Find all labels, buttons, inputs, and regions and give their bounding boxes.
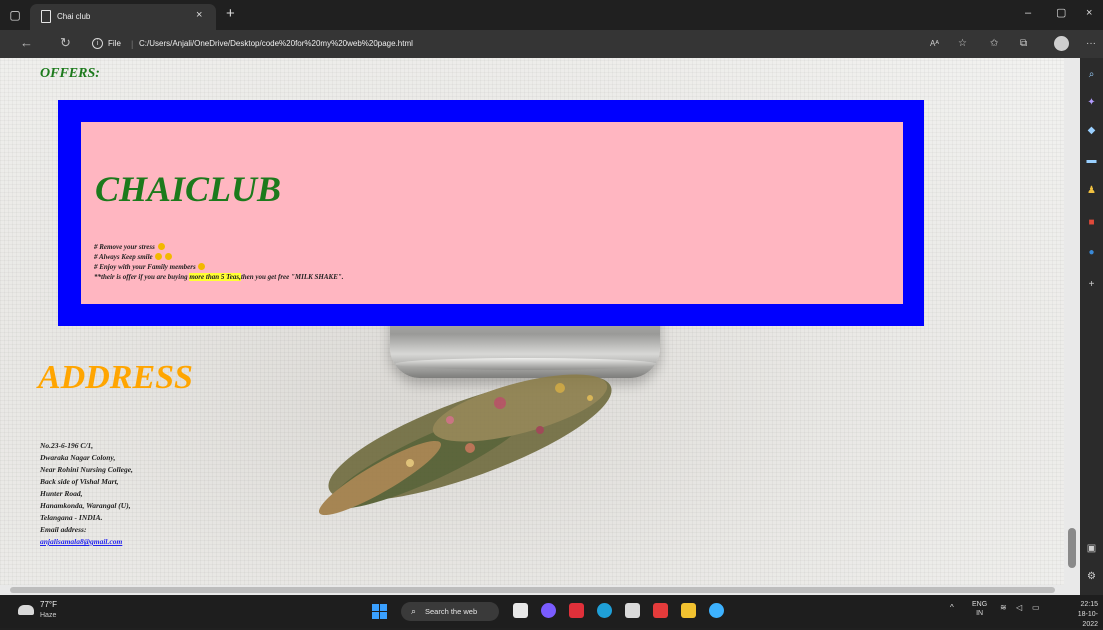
horizontal-scrollbar[interactable] — [0, 585, 1080, 595]
restore-button[interactable]: ▢ — [1056, 7, 1066, 20]
vertical-scrollbar[interactable] — [1064, 58, 1080, 585]
offer-highlight: more than 5 Teas, — [189, 273, 241, 281]
brand-title: CHAICLUB — [95, 169, 282, 209]
address-line: Near Rohini Nursing College, — [40, 465, 133, 474]
windows-taskbar: 77°F Haze ⌕ Search the web ^ ENG IN ≋ ◁ … — [0, 595, 1103, 628]
point-item: # Remove your stress — [94, 242, 344, 252]
smile-emoji-icon — [155, 253, 163, 260]
edge-sidebar: ⌕ ✦ ◆ ▬ ♟ ■ ● + ▣ ⚙ — [1080, 58, 1103, 595]
search-icon: ⌕ — [411, 606, 417, 616]
vertical-scroll-thumb[interactable] — [1068, 528, 1076, 568]
refresh-icon[interactable]: ↻ — [60, 36, 71, 50]
profile-avatar[interactable] — [1054, 36, 1069, 51]
wps-icon[interactable] — [653, 603, 668, 618]
address-line: Hunter Road, — [40, 489, 83, 498]
address-line: No.23-6-196 C/1, — [40, 441, 94, 450]
browser-titlebar: ▢ Chai club × + – ▢ × — [0, 0, 1103, 30]
search-icon[interactable]: ⌕ — [1085, 68, 1098, 81]
wifi-icon[interactable]: ≋ — [1000, 603, 1007, 613]
back-icon[interactable]: ← — [20, 36, 33, 50]
sidebar-toggle-icon[interactable]: ▣ — [1085, 542, 1098, 555]
tools-icon[interactable]: ▬ — [1085, 154, 1098, 167]
point-item: # Always Keep smile — [94, 252, 344, 262]
info-icon[interactable]: i — [92, 38, 103, 49]
smile-emoji-icon — [165, 253, 173, 260]
offer-banner: CHAICLUB # Remove your stress # Always K… — [58, 100, 924, 326]
add-icon[interactable]: + — [1085, 278, 1098, 291]
clock[interactable]: 22:15 18-10-2022 — [1066, 600, 1098, 630]
email-label: Email address: — [40, 525, 87, 534]
window-menu-icon[interactable]: ▢ — [8, 8, 22, 22]
smile-emoji-icon — [157, 243, 165, 250]
weather-temperature[interactable]: 77°F — [40, 600, 57, 610]
favorites-icon[interactable]: ✩ — [990, 37, 998, 50]
task-view-icon[interactable] — [513, 603, 528, 618]
chat-icon[interactable] — [541, 603, 556, 618]
discover-icon[interactable]: ✦ — [1085, 96, 1098, 109]
page-icon — [41, 10, 51, 23]
weather-icon[interactable] — [18, 605, 34, 615]
point-item: # Enjoy with your Family members — [94, 262, 344, 272]
offer-line: **their is offer if you are buying more … — [94, 273, 344, 281]
close-window-button[interactable]: × — [1086, 7, 1092, 20]
address-line: Dwaraka Nagar Colony, — [40, 453, 116, 462]
language-indicator[interactable]: ENG IN — [972, 600, 987, 618]
family-emoji-icon — [198, 263, 206, 270]
minimize-button[interactable]: – — [1025, 7, 1031, 20]
tab-title: Chai club — [57, 12, 91, 21]
tray-overflow-icon[interactable]: ^ — [950, 603, 954, 613]
address-heading: ADDRESS — [38, 359, 193, 396]
offers-heading: OFFERS: — [40, 66, 100, 81]
url-field[interactable]: C:/Users/Anjali/OneDrive/Desktop/code%20… — [139, 38, 413, 50]
search-placeholder: Search the web — [425, 607, 478, 616]
start-button[interactable] — [372, 604, 387, 619]
games-icon[interactable]: ♟ — [1085, 184, 1098, 197]
office-icon[interactable]: ■ — [1085, 216, 1098, 229]
browser-icon[interactable] — [709, 603, 724, 618]
offer-points: # Remove your stress # Always Keep smile… — [94, 242, 344, 282]
separator: | — [131, 39, 134, 49]
edge-icon[interactable] — [597, 603, 612, 618]
new-tab-button[interactable]: + — [226, 6, 235, 21]
address-block: No.23-6-196 C/1, Dwaraka Nagar Colony, N… — [40, 440, 133, 548]
store-icon[interactable] — [625, 603, 640, 618]
horizontal-scroll-thumb[interactable] — [10, 587, 1055, 593]
address-line: Hanamkonda, Warangal (U), — [40, 501, 131, 510]
weather-condition[interactable]: Haze — [40, 611, 56, 621]
outlook-icon[interactable]: ● — [1085, 246, 1098, 259]
clock-time: 22:15 — [1080, 601, 1098, 608]
shopping-tag-icon[interactable]: ◆ — [1085, 124, 1098, 137]
app-icon[interactable] — [569, 603, 584, 618]
more-menu-icon[interactable]: ··· — [1086, 37, 1096, 50]
address-line: Back side of Vishal Mart, — [40, 477, 119, 486]
read-aloud-icon[interactable]: Aᴬ — [930, 37, 939, 50]
browser-tab[interactable]: Chai club × — [30, 4, 216, 30]
battery-icon[interactable]: ▭ — [1032, 603, 1040, 613]
tracking-prevention-icon[interactable]: ☆ — [958, 37, 967, 50]
clock-date: 18-10-2022 — [1077, 611, 1098, 628]
file-explorer-icon[interactable] — [681, 603, 696, 618]
file-label: File — [108, 39, 121, 48]
settings-gear-icon[interactable]: ⚙ — [1085, 570, 1098, 583]
close-tab-icon[interactable]: × — [196, 9, 202, 22]
address-bar: ← ↻ i File | C:/Users/Anjali/OneDrive/De… — [0, 30, 1103, 58]
volume-icon[interactable]: ◁ — [1016, 603, 1022, 613]
taskbar-search[interactable]: ⌕ Search the web — [401, 602, 499, 621]
collections-icon[interactable]: ⧉ — [1020, 37, 1027, 50]
email-link[interactable]: anjalisamala8@gmail.com — [40, 537, 122, 546]
address-line: Telangana - INDIA. — [40, 513, 103, 522]
page-viewport: OFFERS: CHAICLUB # Remove your stress # … — [0, 58, 1064, 585]
offer-banner-inner: CHAICLUB # Remove your stress # Always K… — [81, 122, 903, 304]
